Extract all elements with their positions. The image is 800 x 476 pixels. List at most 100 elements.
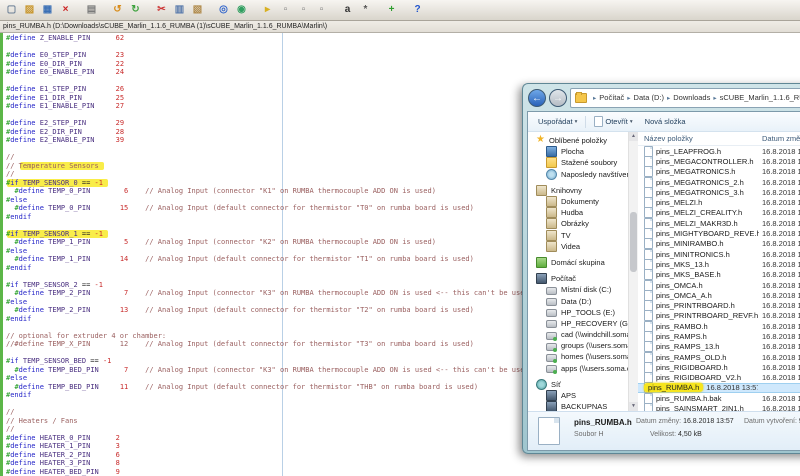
breadcrumb-segment-data-d[interactable]: Data (D:) <box>634 93 664 102</box>
file-row-pins-mks-13-h[interactable]: pins_MKS_13.h16.8.2018 13:57 <box>638 259 800 269</box>
paste-icon[interactable]: ▧ <box>190 3 205 18</box>
cut-icon[interactable]: ✂ <box>154 3 169 18</box>
forward-button[interactable]: → <box>549 89 567 107</box>
network-icon <box>536 379 547 390</box>
window-restore-icon[interactable]: ▫ <box>296 3 311 18</box>
code-line: #define E0_STEP_PIN 23 <box>6 51 800 60</box>
file-row-pins-megatronics-h[interactable]: pins_MEGATRONICS.h16.8.2018 13:57 <box>638 167 800 177</box>
nav-item-hudba[interactable]: Hudba <box>528 207 628 218</box>
file-row-pins-rumba-h-bak[interactable]: pins_RUMBA.h.bak16.8.2018 13:57 <box>638 393 800 403</box>
file-row-pins-omca-a-h[interactable]: pins_OMCA_A.h16.8.2018 13:57 <box>638 290 800 300</box>
file-name: pins_RAMPS.h <box>656 332 759 341</box>
nav-item-apps-users-soma-cz-z[interactable]: apps (\\users.soma.cz) (Z <box>528 363 628 374</box>
file-row-pins-mightyboard-reve-h[interactable]: pins_MIGHTYBOARD_REVE.h16.8.2018 13:57 <box>638 228 800 238</box>
file-row-pins-printrboard-h[interactable]: pins_PRINTRBOARD.h16.8.2018 13:57 <box>638 300 800 310</box>
nav-item-groups-users-soma-cz[interactable]: groups (\\users.soma.cz) <box>528 340 628 351</box>
scroll-down-icon[interactable]: ▼ <box>629 402 638 411</box>
copy-icon[interactable]: ▥ <box>172 3 187 18</box>
nav-item-backupnas[interactable]: BACKUPNAS <box>528 401 628 411</box>
nav-item-m-stn-disk-c[interactable]: Místní disk (C:) <box>528 284 628 295</box>
breadcrumb[interactable]: ▸ Počítač▸Data (D:)▸Downloads▸sCUBE_Marl… <box>570 88 800 108</box>
nav-item-homes-users-soma-cz[interactable]: homes (\\users.soma.cz) <box>528 351 628 362</box>
details-pane: pins_RUMBA.h Soubor H Datum změny: 16.8.… <box>528 411 800 450</box>
nav-item-naposledy-nav-t-ven[interactable]: Naposledy navštívené <box>528 169 628 180</box>
undo-icon[interactable]: ↺ <box>110 3 125 18</box>
recent-icon <box>546 169 557 180</box>
file-row-pins-rigidboard-h[interactable]: pins_RIGIDBOARD.h16.8.2018 13:57 <box>638 362 800 372</box>
file-row-pins-melzi-creality-h[interactable]: pins_MELZI_CREALITY.h16.8.2018 13:57 <box>638 208 800 218</box>
nav-item-obl-ben-polo-ky[interactable]: ★Oblíbené položky <box>528 135 628 146</box>
file-row-pins-leapfrog-h[interactable]: pins_LEAPFROG.h16.8.2018 13:57 <box>638 146 800 156</box>
file-row-pins-minirambo-h[interactable]: pins_MINIRAMBO.h16.8.2018 13:57 <box>638 239 800 249</box>
nav-item-videa[interactable]: Videa <box>528 241 628 252</box>
open-folder-icon[interactable]: ▨ <box>22 3 37 18</box>
navigation-scrollbar[interactable]: ▲ ▼ <box>628 132 638 411</box>
settings-icon[interactable]: * <box>358 3 373 18</box>
column-header-name[interactable]: Název položky <box>644 134 762 143</box>
file-row-pins-ramps-old-h[interactable]: pins_RAMPS_OLD.h16.8.2018 13:57 <box>638 352 800 362</box>
new-folder-button[interactable]: Nová složka <box>641 115 690 128</box>
file-row-pins-mks-base-h[interactable]: pins_MKS_BASE.h16.8.2018 13:57 <box>638 270 800 280</box>
editor-tab-title[interactable]: pins_RUMBA.h (D:\Downloads\sCUBE_Marlin_… <box>0 21 800 33</box>
file-row-pins-omca-h[interactable]: pins_OMCA.h16.8.2018 13:57 <box>638 280 800 290</box>
modified-value: 16.8.2018 13:57 <box>683 418 734 425</box>
new-file-icon[interactable]: ▢ <box>4 3 19 18</box>
file-row-pins-rambo-h[interactable]: pins_RAMBO.h16.8.2018 13:57 <box>638 321 800 331</box>
column-header-date[interactable]: Datum změny <box>762 134 800 143</box>
breadcrumb-segment-downloads[interactable]: Downloads <box>673 93 710 102</box>
window-new-icon[interactable]: ▫ <box>314 3 329 18</box>
nav-item-tv[interactable]: TV <box>528 230 628 241</box>
file-row-pins-melzi-makr3d-h[interactable]: pins_MELZI_MAKR3D.h16.8.2018 13:57 <box>638 218 800 228</box>
close-file-icon[interactable]: × <box>58 3 73 18</box>
file-row-pins-printrboard-revf-h[interactable]: pins_PRINTRBOARD_REVF.h16.8.2018 13:57 <box>638 311 800 321</box>
nav-item-obr-zky[interactable]: Obrázky <box>528 218 628 229</box>
breadcrumb-segment-scube-marlin-1-1-6-rumba-1[interactable]: sCUBE_Marlin_1.1.6_RUMBA (1) <box>720 93 800 102</box>
nav-item-data-d[interactable]: Data (D:) <box>528 295 628 306</box>
file-name: pins_LEAPFROG.h <box>656 147 759 156</box>
file-row-pins-ramps-h[interactable]: pins_RAMPS.h16.8.2018 13:57 <box>638 331 800 341</box>
nav-item-dokumenty[interactable]: Dokumenty <box>528 196 628 207</box>
file-row-pins-rumba-h[interactable]: pins_RUMBA.h16.8.2018 13:57 <box>638 383 800 393</box>
nav-item-label: Naposledy navštívené <box>561 170 628 179</box>
nav-item-plocha[interactable]: Plocha <box>528 146 628 157</box>
breadcrumb-segment-po-ta[interactable]: Počítač <box>599 93 624 102</box>
nav-item-aps[interactable]: APS <box>528 390 628 401</box>
nav-item-sta-en-soubory[interactable]: Stažené soubory <box>528 157 628 168</box>
window-minimize-icon[interactable]: ▫ <box>278 3 293 18</box>
nav-item-hp-recovery-g[interactable]: HP_RECOVERY (G:) <box>528 318 628 329</box>
file-row-pins-rigidboard-v2-h[interactable]: pins_RIGIDBOARD_V2.h16.8.2018 13:57 <box>638 373 800 383</box>
nav-item-knihovny[interactable]: Knihovny <box>528 185 628 196</box>
file-name: pins_SAINSMART_2IN1.h <box>656 404 759 411</box>
code-text: #define HEATER_2_PIN 6 <box>6 451 120 459</box>
help-icon[interactable]: ? <box>410 3 425 18</box>
back-button[interactable]: ← <box>528 89 546 107</box>
file-row-pins-sainsmart-2in1-h[interactable]: pins_SAINSMART_2IN1.h16.8.2018 13:57 <box>638 403 800 411</box>
file-row-pins-megacontroller-h[interactable]: pins_MEGACONTROLLER.h16.8.2018 13:57 <box>638 156 800 166</box>
bookmark-icon[interactable]: ▸ <box>260 3 275 18</box>
file-row-pins-melzi-h[interactable]: pins_MELZI.h16.8.2018 13:57 <box>638 197 800 207</box>
organize-button[interactable]: Uspořádat ▾ <box>534 115 581 128</box>
nav-item-po-ta[interactable]: Počítač <box>528 273 628 284</box>
file-row-pins-megatronics-3-h[interactable]: pins_MEGATRONICS_3.h16.8.2018 13:57 <box>638 187 800 197</box>
file-row-pins-minitronics-h[interactable]: pins_MINITRONICS.h16.8.2018 13:57 <box>638 249 800 259</box>
nav-item-dom-c-skupina[interactable]: Domácí skupina <box>528 257 628 268</box>
font-tool-icon[interactable]: a <box>340 3 355 18</box>
nav-item-hp-tools-e[interactable]: HP_TOOLS (E:) <box>528 307 628 318</box>
plugin-icon[interactable]: + <box>384 3 399 18</box>
nav-item-cad-windchill-soma-cz[interactable]: cad (\\windchill.soma.cz) <box>528 329 628 340</box>
file-name: pins_RAMPS_OLD.h <box>656 353 759 362</box>
scrollbar-thumb[interactable] <box>630 212 637 272</box>
open-button[interactable]: Otevřít ▾ <box>590 114 636 129</box>
find-replace-icon[interactable]: ◉ <box>234 3 249 18</box>
file-row-pins-megatronics-2-h[interactable]: pins_MEGATRONICS_2.h16.8.2018 13:57 <box>638 177 800 187</box>
chevron-down-icon: ▾ <box>630 119 633 125</box>
code-text: #define TEMP_BED_PIN 11 // Analog Input … <box>6 383 478 391</box>
file-row-pins-ramps-13-h[interactable]: pins_RAMPS_13.h16.8.2018 13:57 <box>638 342 800 352</box>
redo-icon[interactable]: ↻ <box>128 3 143 18</box>
nav-item-s[interactable]: Síť <box>528 379 628 390</box>
save-file-icon[interactable]: ▦ <box>40 3 55 18</box>
scroll-up-icon[interactable]: ▲ <box>629 132 638 141</box>
code-line: #define Z_ENABLE_PIN 62 <box>6 34 800 43</box>
print-icon[interactable]: ▤ <box>84 3 99 18</box>
find-icon[interactable]: ◎ <box>216 3 231 18</box>
